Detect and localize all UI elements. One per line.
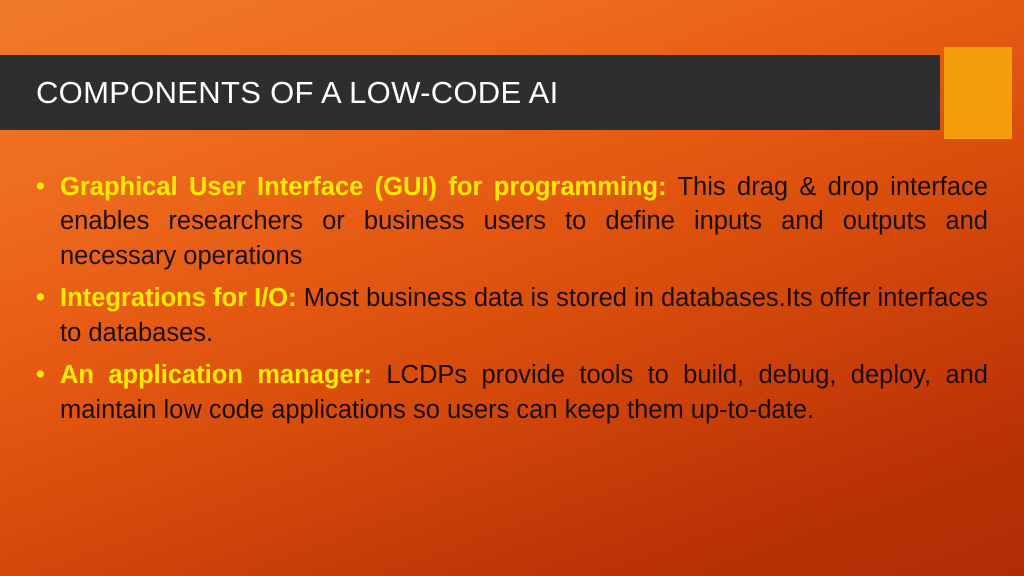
slide-content: Graphical User Interface (GUI) for progr… [34,170,988,435]
list-item-heading: Graphical User Interface (GUI) for progr… [60,173,667,201]
bullet-list: Graphical User Interface (GUI) for progr… [34,170,988,427]
list-item: Integrations for I/O: Most business data… [34,281,988,350]
list-item-heading: An application manager: [60,361,372,389]
accent-square [944,47,1012,139]
list-item: An application manager: LCDPs provide to… [34,358,988,427]
list-item: Graphical User Interface (GUI) for progr… [34,170,988,273]
slide-title: COMPONENTS OF A LOW-CODE AI [36,75,559,111]
slide: COMPONENTS OF A LOW-CODE AI Graphical Us… [0,0,1024,576]
title-bar: COMPONENTS OF A LOW-CODE AI [0,55,940,130]
list-item-heading: Integrations for I/O: [60,284,297,312]
